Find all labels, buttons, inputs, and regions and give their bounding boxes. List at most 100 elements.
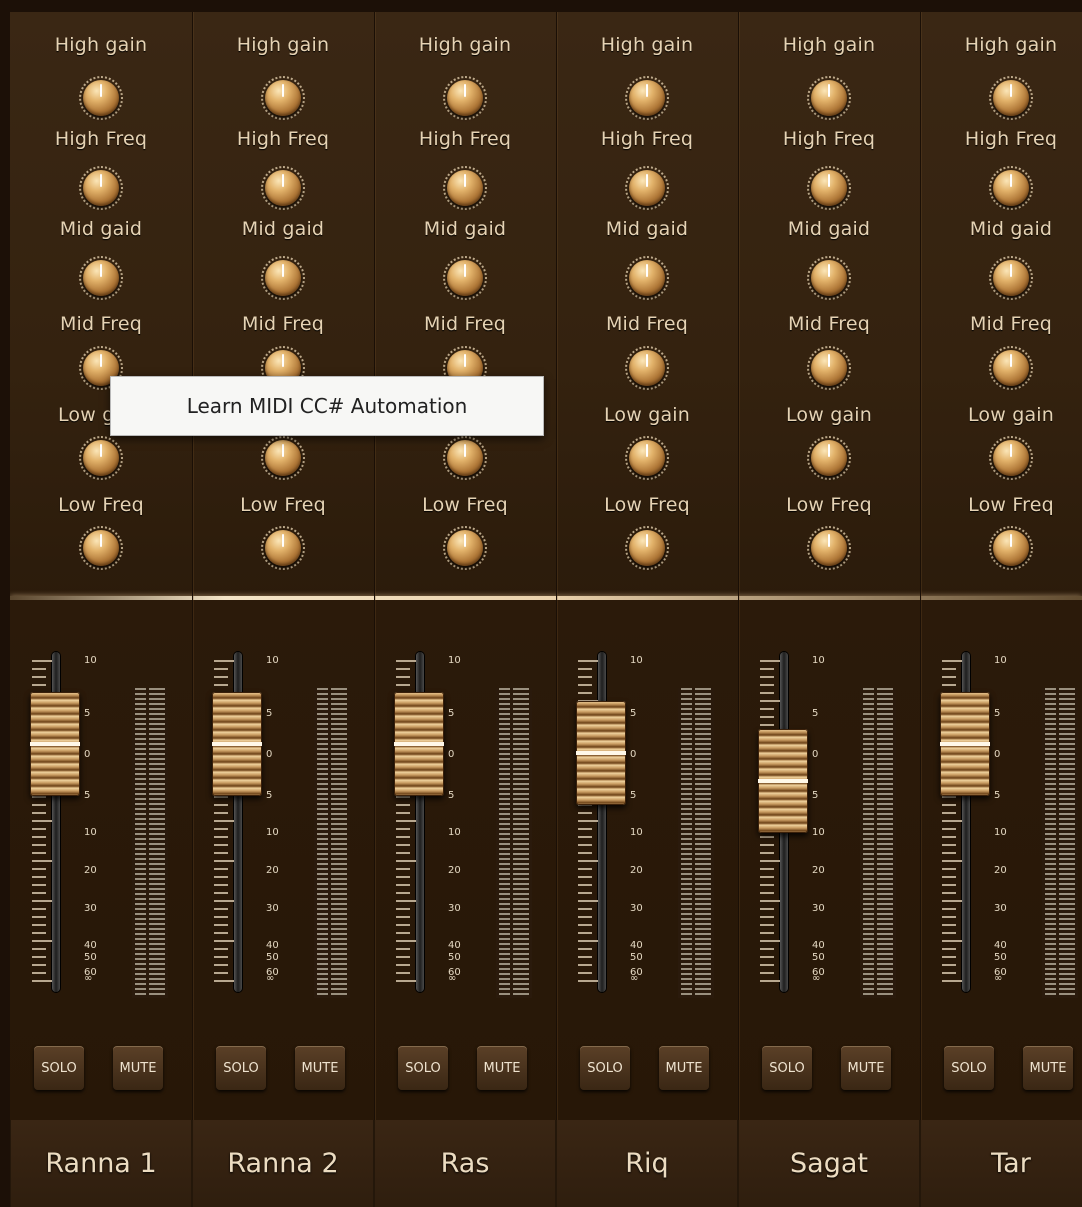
scale-tick [214, 980, 234, 982]
fader-scale-label: ∞ [812, 973, 821, 984]
solo-button[interactable]: SOLO [34, 1046, 84, 1090]
eq-label: High gain [782, 34, 876, 56]
eq-knob[interactable] [261, 526, 305, 570]
eq-knob[interactable] [443, 256, 487, 300]
eq-knob[interactable] [79, 166, 123, 210]
fader-scale-label: 30 [994, 903, 1007, 914]
knob-pointer [646, 84, 648, 97]
midi-learn-tooltip[interactable]: Learn MIDI CC# Automation [110, 376, 544, 436]
eq-knob[interactable] [261, 256, 305, 300]
eq-knob[interactable] [625, 166, 669, 210]
channel-fader-handle[interactable] [212, 692, 262, 796]
mute-button[interactable]: MUTE [659, 1046, 709, 1090]
knob-pointer [100, 174, 102, 187]
scale-tick [760, 660, 780, 662]
eq-knob[interactable] [807, 436, 851, 480]
channel-fader-handle[interactable] [576, 701, 626, 806]
eq-knob[interactable] [807, 256, 851, 300]
scale-tick [214, 836, 228, 838]
eq-knob[interactable] [807, 76, 851, 120]
eq-knob[interactable] [625, 526, 669, 570]
eq-knob[interactable] [261, 436, 305, 480]
channel-fader-handle[interactable] [758, 728, 808, 833]
scale-tick [214, 684, 228, 686]
fader-handle-indicator [940, 742, 990, 746]
fader-scale-label: 10 [630, 827, 643, 838]
eq-knob[interactable] [807, 346, 851, 390]
channel-fader-handle[interactable] [30, 692, 80, 796]
scale-tick [942, 836, 956, 838]
eq-knob[interactable] [443, 76, 487, 120]
fader-scale-label: 5 [630, 790, 637, 801]
solo-button[interactable]: SOLO [398, 1046, 448, 1090]
eq-knob[interactable] [989, 256, 1033, 300]
eq-knob[interactable] [79, 526, 123, 570]
channel-fader-handle[interactable] [394, 692, 444, 796]
scale-tick [214, 852, 228, 854]
scale-tick [942, 796, 956, 798]
solo-button[interactable]: SOLO [580, 1046, 630, 1090]
eq-knob[interactable] [989, 346, 1033, 390]
knob-pointer [282, 174, 284, 187]
scale-tick [32, 980, 52, 982]
fader-scale-label: 10 [994, 655, 1007, 666]
eq-label: Mid gaid [969, 218, 1053, 240]
mute-button[interactable]: MUTE [477, 1046, 527, 1090]
strip-divider [556, 12, 557, 1120]
eq-label: Low Freq [422, 494, 508, 516]
solo-button[interactable]: SOLO [762, 1046, 812, 1090]
eq-knob[interactable] [261, 76, 305, 120]
scale-tick [32, 828, 46, 830]
eq-label: High Freq [54, 128, 148, 150]
eq-knob[interactable] [989, 526, 1033, 570]
eq-knob[interactable] [443, 166, 487, 210]
fader-scale-label: 5 [448, 708, 455, 719]
mute-button[interactable]: MUTE [295, 1046, 345, 1090]
fader-scale-label: 5 [448, 790, 455, 801]
eq-knob[interactable] [807, 166, 851, 210]
scale-tick [32, 908, 46, 910]
solo-button[interactable]: SOLO [944, 1046, 994, 1090]
scale-tick [578, 932, 592, 934]
solo-button[interactable]: SOLO [216, 1046, 266, 1090]
scale-tick [942, 804, 956, 806]
mute-button[interactable]: MUTE [841, 1046, 891, 1090]
fader-scale-label: 50 [994, 952, 1007, 963]
eq-knob[interactable] [989, 436, 1033, 480]
fader-scale-label: 20 [84, 865, 97, 876]
channel-fader-handle[interactable] [940, 692, 990, 796]
eq-knob[interactable] [625, 256, 669, 300]
scale-tick [942, 828, 956, 830]
scale-tick [942, 916, 956, 918]
scale-tick [942, 860, 962, 862]
scale-tick [760, 700, 780, 702]
knob-pointer [828, 534, 830, 547]
level-meter [132, 688, 168, 998]
eq-knob[interactable] [625, 436, 669, 480]
eq-knob[interactable] [625, 76, 669, 120]
scale-tick [396, 908, 410, 910]
eq-knob[interactable] [79, 436, 123, 480]
eq-knob[interactable] [79, 76, 123, 120]
eq-label: Mid Freq [787, 313, 871, 335]
fader-scale-label: 40 [448, 940, 461, 951]
eq-knob[interactable] [989, 166, 1033, 210]
eq-knob[interactable] [79, 256, 123, 300]
fader-scale-label: 40 [266, 940, 279, 951]
eq-label: Mid gaid [423, 218, 507, 240]
eq-label: High Freq [964, 128, 1058, 150]
channel-strip: High gainHigh FreqMid gaidMid FreqLow ga… [10, 12, 192, 1207]
mute-button[interactable]: MUTE [113, 1046, 163, 1090]
scale-tick [942, 852, 956, 854]
eq-knob[interactable] [261, 166, 305, 210]
scale-tick [32, 876, 46, 878]
eq-knob[interactable] [989, 76, 1033, 120]
mute-button[interactable]: MUTE [1023, 1046, 1073, 1090]
eq-knob[interactable] [443, 526, 487, 570]
eq-knob[interactable] [807, 526, 851, 570]
scale-tick [760, 980, 780, 982]
eq-knob[interactable] [443, 436, 487, 480]
scale-tick [32, 956, 46, 958]
knob-pointer [1010, 84, 1012, 97]
eq-knob[interactable] [625, 346, 669, 390]
